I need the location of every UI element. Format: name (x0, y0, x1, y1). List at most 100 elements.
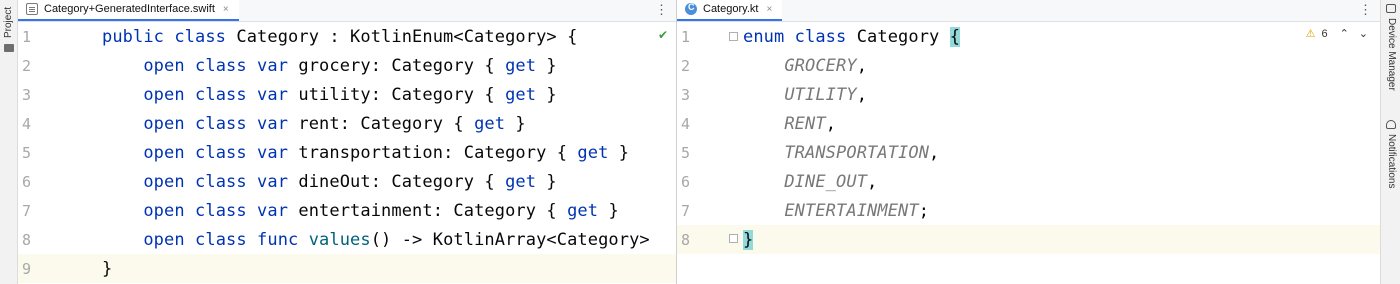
left-tool-strip: Project (0, 0, 18, 284)
keyword-token: get (474, 113, 506, 134)
inspection-widget[interactable]: ⚠ 6 ⌃ ⌄ (1305, 27, 1368, 41)
code-token: } (608, 142, 630, 163)
kebab-menu-icon[interactable]: ⋮ (1359, 3, 1372, 17)
code-token: } (505, 113, 526, 134)
line-number: 1 (681, 27, 691, 46)
code-text: UTILITY, (743, 85, 867, 105)
code-text: DINE_OUT, (743, 172, 877, 192)
enum-entry-token: TRANSPORTATION (784, 142, 930, 163)
code-line[interactable]: 4 RENT, (677, 109, 1380, 138)
keyword-token: open class var (143, 84, 299, 105)
keyword-token: enum class (743, 26, 857, 47)
kebab-menu-icon[interactable]: ⋮ (655, 3, 668, 17)
code-line[interactable]: 6 DINE_OUT, (677, 167, 1380, 196)
code-token: rent: Category { (298, 113, 475, 134)
line-number: 7 (681, 201, 691, 220)
code-token: , (825, 113, 837, 134)
bell-icon[interactable] (1386, 120, 1396, 129)
code-token: , (856, 84, 868, 105)
code-token: () -> KotlinArray<Category> (370, 229, 650, 250)
code-line[interactable]: 3 open class var utility: Category { get… (18, 80, 676, 109)
code-line[interactable]: 5 open class var transportation: Categor… (18, 138, 676, 167)
line-number: 3 (22, 85, 32, 104)
swift-editor: Category+GeneratedInterface.swift × ⋮ 9}… (18, 0, 677, 284)
code-text: public class Category : KotlinEnum<Categ… (102, 27, 577, 47)
keyword-token: open class var (143, 55, 299, 76)
keyword-token: get (505, 55, 537, 76)
code-token: Category (856, 26, 950, 47)
code-text: open class var rent: Category { get } (102, 114, 526, 134)
code-token: } (102, 258, 113, 279)
code-token: , (929, 142, 940, 163)
code-line[interactable]: 7 ENTERTAINMENT; (677, 196, 1380, 225)
keyword-token: get (505, 84, 537, 105)
close-tab-icon[interactable]: × (223, 4, 229, 15)
code-line[interactable]: 2 GROCERY, (677, 51, 1380, 80)
code-token: grocery: Category { (298, 55, 506, 76)
code-line[interactable]: 2 open class var grocery: Category { get… (18, 51, 676, 80)
keyword-token: public class (102, 26, 237, 47)
code-text: TRANSPORTATION, (743, 143, 939, 163)
kotlin-tab-bar: Category.kt × ⋮ (677, 0, 1380, 22)
line-number: 6 (681, 172, 691, 191)
chevron-up-icon[interactable]: ⌃ (1340, 27, 1349, 40)
code-token: } (598, 200, 619, 221)
line-number: 2 (22, 56, 32, 75)
code-line[interactable]: 9} (18, 254, 676, 283)
chevron-down-icon[interactable]: ⌄ (1359, 27, 1368, 40)
enum-entry-token: GROCERY (784, 55, 857, 76)
code-token: Category : KotlinEnum<Category> { (236, 26, 578, 47)
tab-swift-file[interactable]: Category+GeneratedInterface.swift × (18, 0, 239, 21)
fold-marker-icon[interactable] (729, 32, 738, 41)
kotlin-class-icon (685, 2, 697, 15)
kotlin-code-area[interactable]: 8} 7 ENTERTAINMENT; 6 DINE_OUT, 5 TRANSPORT… (677, 22, 1380, 284)
code-token: dineOut: Category { (298, 171, 506, 192)
line-number: 8 (681, 230, 691, 249)
folder-icon[interactable] (4, 44, 14, 52)
code-token: entertainment: Category { (298, 200, 568, 221)
code-line[interactable]: 7 open class var entertainment: Category… (18, 196, 676, 225)
device-icon[interactable] (1386, 4, 1396, 13)
code-token: ; (918, 200, 930, 221)
check-icon[interactable]: ✔ (658, 28, 668, 42)
keyword-token: open class var (143, 142, 299, 163)
code-line[interactable]: 5 TRANSPORTATION, (677, 138, 1380, 167)
project-tool-button[interactable]: Project (3, 7, 14, 38)
close-tab-icon[interactable]: × (766, 4, 772, 15)
notifications-tool-button[interactable]: Notifications (1386, 134, 1397, 188)
line-number: 7 (22, 201, 32, 220)
code-line[interactable]: 3 UTILITY, (677, 80, 1380, 109)
right-tool-strip: Device Manager Notifications (1380, 0, 1400, 284)
device-manager-tool-button[interactable]: Device Manager (1386, 18, 1397, 91)
code-line[interactable]: 8 open class func values() -> KotlinArra… (18, 225, 676, 254)
code-token: utility: Category { (298, 84, 506, 105)
code-line[interactable]: 6 open class var dineOut: Category { get… (18, 167, 676, 196)
code-line[interactable]: 1 public class Category : KotlinEnum<Cate… (18, 22, 676, 51)
tab-title: Category+GeneratedInterface.swift (44, 3, 215, 15)
line-number: 5 (22, 143, 32, 162)
code-text: open class var utility: Category { get } (102, 85, 557, 105)
code-text: open class var transportation: Category … (102, 143, 629, 163)
code-line[interactable]: 1 enum class Category { (677, 22, 1380, 51)
keyword-token: open class var (143, 113, 299, 134)
fold-marker-icon[interactable] (729, 234, 738, 243)
line-number: 4 (681, 114, 691, 133)
code-line[interactable]: 8} (677, 225, 1380, 254)
tab-kotlin-file[interactable]: Category.kt × (677, 0, 783, 21)
code-text: open class var grocery: Category { get } (102, 56, 557, 76)
code-line[interactable]: 4 open class var rent: Category { get } (18, 109, 676, 138)
swift-file-icon (26, 3, 38, 15)
matched-brace-token: } (743, 229, 754, 250)
warning-icon: ⚠ (1305, 28, 1316, 40)
line-number: 5 (681, 143, 691, 162)
enum-entry-token: UTILITY (784, 84, 857, 105)
swift-code-area[interactable]: 9} 8 open class func values() -> KotlinAr… (18, 22, 676, 284)
keyword-token: open class var (143, 200, 299, 221)
code-text: GROCERY, (743, 56, 867, 76)
